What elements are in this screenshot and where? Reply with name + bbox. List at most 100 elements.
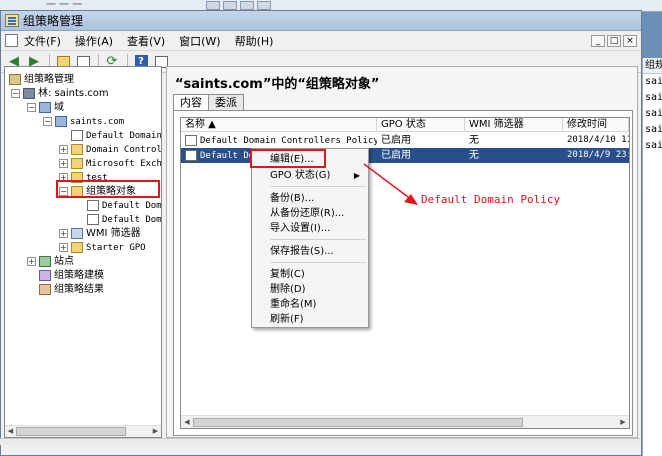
menu-item-backup[interactable]: 备份(B)... [254,191,366,206]
starter-gpo-icon [71,241,83,253]
status-bar [0,438,640,445]
scroll-right-icon[interactable]: ▶ [617,416,629,428]
background-right-pane-item: sai [645,108,662,119]
menu-item-delete[interactable]: 删除(D) [254,282,366,297]
background-right-pane-item: sai [645,76,662,87]
menu-window[interactable]: 窗口(W) [179,33,220,49]
highlight-box-gpo-container [56,180,160,198]
context-menu: 编辑(E)... GPO 状态(G) ▶ 备份(B)... 从备份还原(R)...… [251,148,369,328]
row-name-cell: Default Domain Controllers Policy [181,133,377,149]
restore-icon[interactable]: □ [607,35,621,47]
scroll-left-icon[interactable]: ◀ [181,416,193,428]
menu-help[interactable]: 帮助(H) [235,33,274,49]
background-right-pane-header: 组规 [643,58,662,74]
tree-root[interactable]: 组策略管理 [9,73,74,86]
menu-item-restore[interactable]: 从备份还原(R)... [254,206,366,221]
tab-strip: 内容 委派 [173,94,244,112]
scroll-right-icon[interactable]: ▶ [150,426,161,437]
row-status-cell: 已启用 [381,135,411,146]
sites-icon [39,255,51,267]
tree-horizontal-scrollbar[interactable]: ◀ ▶ [5,425,161,437]
expand-icon[interactable]: + [27,256,36,266]
menu-separator [270,239,366,240]
tab-panel: 名称 ▲ GPO 状态 WMI 筛选器 修改时间 Default Domain … [173,110,633,436]
minimize-icon[interactable]: _ [591,35,605,47]
expand-icon[interactable]: + [59,228,68,238]
tree-domains[interactable]: − 域 [27,101,64,114]
results-icon [39,283,51,295]
menu-item-import[interactable]: 导入设置(I)... [254,221,366,236]
document-icon[interactable] [5,34,18,47]
highlight-box-edit [250,149,326,168]
screen: 一 一 一 组规 sai sai sai sai sai 组策略管理 文件(F)… [0,0,662,456]
row-modified-cell: 2018/4/9 23: [567,150,629,160]
wmi-filter-icon [71,227,83,239]
column-name[interactable]: 名称 ▲ [181,118,377,132]
modeling-icon [39,269,51,281]
tree-modeling[interactable]: 组策略建模 [39,269,104,282]
tree-sites[interactable]: + 站点 [27,255,74,268]
forest-icon [23,87,35,99]
ou-icon [71,157,83,169]
tree-gpo-item[interactable]: Default Dom [87,199,161,212]
gpo-icon [87,213,99,225]
scroll-thumb[interactable] [16,427,126,436]
menu-separator [270,262,366,263]
domains-icon [39,101,51,113]
tree-gpo-item[interactable]: Default Dom [87,213,161,226]
tree-results[interactable]: 组策略结果 [39,283,104,296]
menu-item-refresh[interactable]: 刷新(F) [254,312,366,327]
scroll-left-icon[interactable]: ◀ [5,426,16,437]
tree-forest[interactable]: − 林: saints.com [11,87,109,100]
column-modified[interactable]: 修改时间 [563,118,629,132]
tree-item-microsoft-exchange[interactable]: + Microsoft Exch [59,157,161,170]
tree-item-domain-controllers[interactable]: + Domain Control [59,143,161,156]
background-right-pane-item: sai [645,124,662,135]
tree-item-default-domain[interactable]: Default Domain [71,129,161,142]
tree-wmi-filters[interactable]: + WMI 筛选器 [59,227,141,240]
background-right-pane-item: sai [645,140,662,151]
content-title: “saints.com”中的“组策略对象” [175,77,380,92]
list-header: 名称 ▲ GPO 状态 WMI 筛选器 修改时间 [181,118,629,132]
expand-icon[interactable]: + [59,242,68,252]
menu-file[interactable]: 文件(F) [24,33,61,49]
tree-domain[interactable]: − saints.com [43,115,124,128]
gpo-icon [185,134,197,146]
scroll-thumb[interactable] [193,418,523,427]
background-right-pane: 组规 sai sai sai sai sai [642,58,662,456]
background-toolbar [206,0,306,10]
background-right-pane-item: sai [645,92,662,103]
column-gpo-status[interactable]: GPO 状态 [377,118,465,132]
annotation-label: Default Domain Policy [421,193,561,206]
collapse-icon[interactable]: − [43,116,52,126]
menu-item-save-report[interactable]: 保存报告(S)... [254,244,366,259]
menu-view[interactable]: 查看(V) [127,33,165,49]
close-icon[interactable]: × [623,35,637,47]
domain-icon [55,115,67,127]
gpo-icon [185,149,197,161]
tree-pane: 组策略管理 − 林: saints.com − 域 − saints.com Defa… [4,66,162,438]
row-modified-cell: 2018/4/10 11. [567,135,629,145]
menu-item-copy[interactable]: 复制(C) [254,267,366,282]
list-horizontal-scrollbar[interactable]: ◀ ▶ [181,415,629,428]
title-bar[interactable]: 组策略管理 [1,11,641,31]
gpmc-icon [9,73,21,85]
row-wmi-cell: 无 [469,135,479,146]
table-row[interactable]: Default Domain Controllers Policy 已启用 无 … [181,133,629,148]
menu-item-rename[interactable]: 重命名(M) [254,297,366,312]
mdi-controls: _ □ × [589,35,637,47]
app-icon [5,14,19,27]
expand-icon[interactable]: + [59,158,68,168]
gpo-icon [87,199,99,211]
row-wmi-cell: 无 [469,150,479,161]
column-wmi-filter[interactable]: WMI 筛选器 [465,118,563,132]
menu-separator [270,186,366,187]
tab-delegation[interactable]: 委派 [208,94,244,111]
gpo-link-icon [71,129,83,141]
tree-starter-gpo[interactable]: + Starter GPO [59,241,146,254]
collapse-icon[interactable]: − [27,102,36,112]
collapse-icon[interactable]: − [11,88,20,98]
menu-item-gpo-status[interactable]: GPO 状态(G) ▶ [254,168,366,183]
expand-icon[interactable]: + [59,144,68,154]
menu-action[interactable]: 操作(A) [75,33,113,49]
